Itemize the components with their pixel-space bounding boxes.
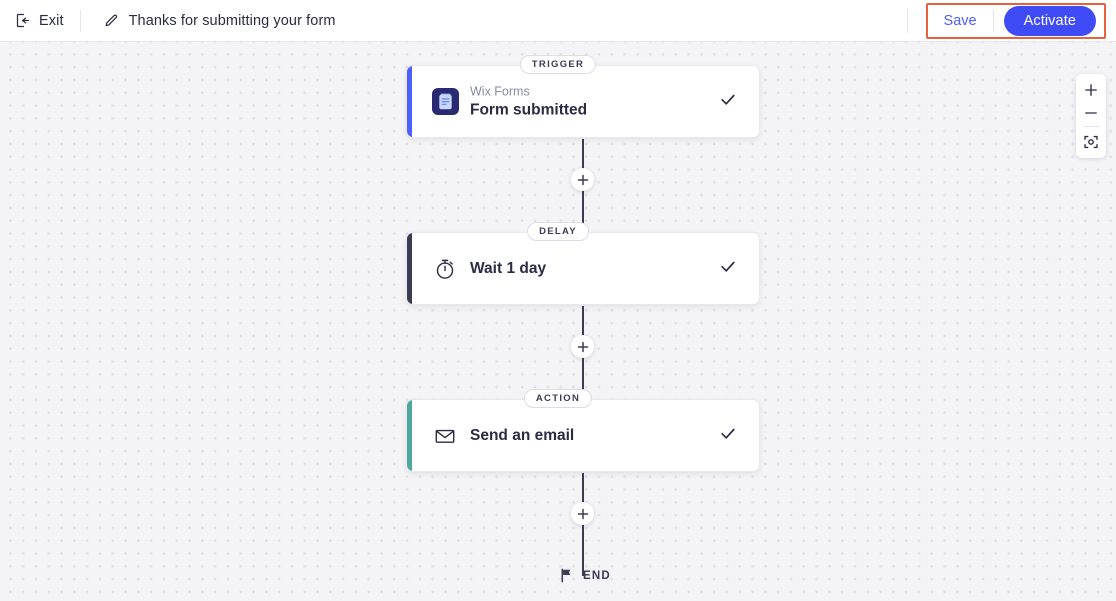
node-title: Form submitted: [470, 101, 588, 118]
end-label: END: [583, 569, 611, 582]
node-title: Send an email: [470, 426, 575, 444]
add-step-button-2[interactable]: [571, 335, 594, 358]
flag-icon: [560, 568, 574, 583]
add-step-button-1[interactable]: [571, 168, 594, 191]
node-card-trigger[interactable]: Wix Forms Form submitted: [406, 65, 760, 138]
app-header: Exit Thanks for submitting your form Sav…: [0, 0, 1116, 42]
zoom-controls-divider: [1082, 126, 1100, 127]
node-badge-action: ACTION: [523, 389, 593, 408]
workflow-canvas[interactable]: TRIGGER Wix Forms Form submitted DELAY W…: [0, 42, 1116, 601]
exit-icon: [14, 12, 31, 29]
node-text-group: Wix Forms Form submitted: [470, 83, 587, 120]
header-divider: [79, 9, 81, 32]
save-activate-highlight-box: Save Activate: [925, 2, 1106, 39]
node-accent-bar: [407, 233, 412, 304]
page-title: Thanks for submitting your form: [128, 12, 336, 29]
add-step-button-3[interactable]: [571, 502, 594, 525]
node-app-name: Wix Forms: [470, 84, 530, 98]
activate-button[interactable]: Activate: [1003, 5, 1096, 36]
node-check-icon: [719, 257, 737, 280]
exit-label: Exit: [39, 12, 64, 29]
form-clipboard-icon: [430, 87, 460, 117]
zoom-controls: [1076, 74, 1106, 158]
workflow-title-group[interactable]: Thanks for submitting your form: [83, 13, 336, 29]
exit-button[interactable]: Exit: [0, 0, 78, 41]
node-title: Wait 1 day: [470, 259, 547, 277]
save-button[interactable]: Save: [942, 9, 987, 33]
node-card-delay[interactable]: Wait 1 day: [406, 232, 760, 305]
node-text-group: Wait 1 day: [470, 259, 546, 279]
node-badge-trigger: TRIGGER: [519, 55, 597, 74]
fit-to-screen-button[interactable]: [1076, 130, 1106, 153]
header-right-group: Save Activate: [906, 0, 1116, 41]
node-text-group: Send an email: [470, 426, 574, 446]
node-check-icon: [719, 424, 737, 447]
button-divider: [992, 9, 994, 32]
header-right-divider: [906, 8, 908, 33]
header-left-group: Exit Thanks for submitting your form: [0, 0, 336, 41]
zoom-in-button[interactable]: [1076, 78, 1106, 101]
node-accent-bar: [407, 400, 412, 471]
pencil-icon[interactable]: [103, 13, 119, 29]
envelope-icon: [430, 421, 460, 451]
end-marker: END: [560, 568, 611, 583]
node-card-action[interactable]: Send an email: [406, 399, 760, 472]
node-badge-delay: DELAY: [527, 222, 589, 241]
zoom-out-button[interactable]: [1076, 101, 1106, 124]
node-accent-bar: [407, 66, 412, 137]
node-check-icon: [719, 90, 737, 113]
stopwatch-icon: [430, 254, 460, 284]
